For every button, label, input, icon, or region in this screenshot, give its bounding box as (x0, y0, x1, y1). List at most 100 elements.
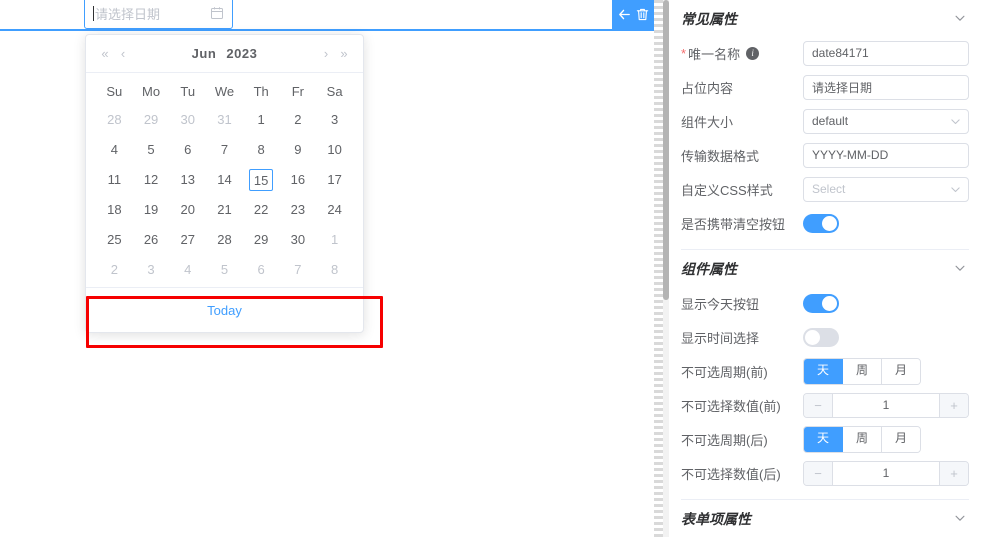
selected-form-item[interactable]: 请选择日期 (0, 0, 654, 31)
calendar-day-cell[interactable]: 20 (169, 195, 206, 225)
increment-button[interactable]: + (939, 393, 968, 417)
property-label-size: 组件大小 (681, 114, 734, 130)
calendar-day-cell[interactable]: 6 (243, 255, 280, 285)
property-label-period-before: 不可选周期(前) (681, 364, 768, 380)
calendar-day-cell[interactable]: 13 (169, 165, 206, 195)
calendar-day-cell[interactable]: 24 (316, 195, 353, 225)
property-row-clearable: 是否携带清空按钮 (681, 206, 969, 240)
calendar-day-cell[interactable]: 2 (96, 255, 133, 285)
calendar-day-cell[interactable]: 29 (243, 225, 280, 255)
next-month-button[interactable]: › (317, 47, 335, 60)
next-year-button[interactable]: » (335, 47, 353, 60)
section-header-formitem[interactable]: 表单项属性 (681, 502, 969, 536)
section-header-common[interactable]: 常见属性 (681, 2, 969, 36)
calendar-day-cell[interactable]: 25 (96, 225, 133, 255)
calendar-day-cell[interactable]: 3 (133, 255, 170, 285)
calendar-day-cell[interactable]: 18 (96, 195, 133, 225)
calendar-day-cell[interactable]: 29 (133, 105, 170, 135)
calendar-day-cell[interactable]: 22 (243, 195, 280, 225)
prev-year-button[interactable]: « (96, 47, 114, 60)
calendar-day-cell[interactable]: 21 (206, 195, 243, 225)
radio-option-周[interactable]: 周 (843, 426, 883, 452)
css-style-select[interactable]: Select (803, 176, 969, 202)
calendar-day-cell[interactable]: 3 (316, 105, 353, 135)
calendar-day-cell[interactable]: 28 (96, 105, 133, 135)
size-select[interactable]: default (803, 108, 969, 134)
radio-option-周[interactable]: 周 (843, 358, 883, 384)
calendar-day-cell[interactable]: 6 (169, 135, 206, 165)
placeholder-input[interactable] (803, 74, 969, 100)
calendar-day-cell[interactable]: 5 (206, 255, 243, 285)
radio-option-月[interactable]: 月 (882, 358, 921, 384)
calendar-day-cell[interactable]: 23 (280, 195, 317, 225)
section-title-component: 组件属性 (681, 261, 737, 277)
calendar-day-cell[interactable]: 2 (280, 105, 317, 135)
chevron-down-icon (949, 183, 962, 196)
value-before-input[interactable] (833, 393, 939, 417)
calendar-day-cell[interactable]: 14 (206, 165, 243, 195)
value-after-stepper[interactable]: − + (803, 460, 969, 486)
period-after-radio-group[interactable]: 天周月 (803, 425, 922, 453)
calendar-day-label: 24 (327, 202, 342, 217)
calendar-day-cell[interactable]: 31 (206, 105, 243, 135)
unique-name-input[interactable] (803, 40, 969, 66)
chevron-down-icon[interactable] (953, 511, 969, 527)
calendar-day-cell[interactable]: 17 (316, 165, 353, 195)
calendar-day-cell[interactable]: 30 (169, 105, 206, 135)
chevron-down-icon[interactable] (953, 261, 969, 277)
calendar-day-label: 29 (143, 112, 159, 127)
calendar-day-label: 16 (290, 172, 306, 187)
value-before-stepper[interactable]: − + (803, 392, 969, 418)
trash-icon[interactable] (635, 7, 650, 22)
picker-month-year-label: Jun 2023 (132, 46, 317, 61)
decrement-button[interactable]: − (804, 461, 833, 485)
property-row-value-before: 不可选择数值(前) − + (681, 388, 969, 422)
calendar-day-cell[interactable]: 27 (169, 225, 206, 255)
clearable-toggle[interactable] (803, 213, 839, 233)
calendar-day-cell[interactable]: 7 (280, 255, 317, 285)
form-design-canvas: 请选择日期 « ‹ Jun 2023 › » Su Mo Tu We Th Fr… (0, 0, 654, 537)
radio-option-月[interactable]: 月 (882, 426, 921, 452)
calendar-day-cell[interactable]: 1 (243, 105, 280, 135)
decrement-button[interactable]: − (804, 393, 833, 417)
calendar-day-cell[interactable]: 16 (280, 165, 317, 195)
info-icon[interactable]: i (746, 46, 760, 60)
radio-option-天[interactable]: 天 (804, 358, 844, 384)
calendar-day-cell[interactable]: 30 (280, 225, 317, 255)
calendar-day-cell[interactable]: 28 (206, 225, 243, 255)
value-after-input[interactable] (833, 461, 939, 485)
calendar-day-cell[interactable]: 5 (133, 135, 170, 165)
calendar-day-cell[interactable]: 11 (96, 165, 133, 195)
calendar-day-grid[interactable]: 28 29 30 31 1 2 3 4 5 6 7 8 9 10 11 12 13 14 15 16 17 18 19 20 2… (96, 105, 353, 285)
calendar-day-cell[interactable]: 12 (133, 165, 170, 195)
calendar-day-cell[interactable]: 19 (133, 195, 170, 225)
calendar-day-cell[interactable]: 8 (316, 255, 353, 285)
format-input[interactable] (803, 142, 969, 168)
calendar-weekday-2: Tu (180, 83, 196, 99)
picker-year-label: 2023 (226, 46, 258, 61)
calendar-day-cell[interactable]: 9 (280, 135, 317, 165)
calendar-day-cell[interactable]: 4 (169, 255, 206, 285)
calendar-day-cell-today[interactable]: 15 (243, 165, 280, 195)
radio-option-天[interactable]: 天 (804, 426, 844, 452)
panel-drag-gutter[interactable] (654, 0, 663, 537)
show-time-toggle[interactable] (803, 327, 839, 347)
calendar-day-cell[interactable]: 26 (133, 225, 170, 255)
calendar-week-row: 25 26 27 28 29 30 1 (96, 225, 353, 255)
calendar-day-cell[interactable]: 4 (96, 135, 133, 165)
calendar-day-cell[interactable]: 1 (316, 225, 353, 255)
today-button[interactable]: Today (207, 303, 242, 318)
period-before-radio-group[interactable]: 天周月 (803, 357, 922, 385)
show-today-toggle[interactable] (803, 293, 839, 313)
calendar-day-label: 23 (290, 202, 306, 217)
date-picker-input[interactable]: 请选择日期 (84, 0, 233, 29)
calendar-day-cell[interactable]: 7 (206, 135, 243, 165)
calendar-day-cell[interactable]: 8 (243, 135, 280, 165)
chevron-down-icon (949, 115, 962, 128)
arrow-left-icon[interactable] (617, 7, 632, 22)
prev-month-button[interactable]: ‹ (114, 47, 132, 60)
increment-button[interactable]: + (939, 461, 968, 485)
calendar-day-cell[interactable]: 10 (316, 135, 353, 165)
section-header-component[interactable]: 组件属性 (681, 252, 969, 286)
chevron-down-icon[interactable] (953, 11, 969, 27)
